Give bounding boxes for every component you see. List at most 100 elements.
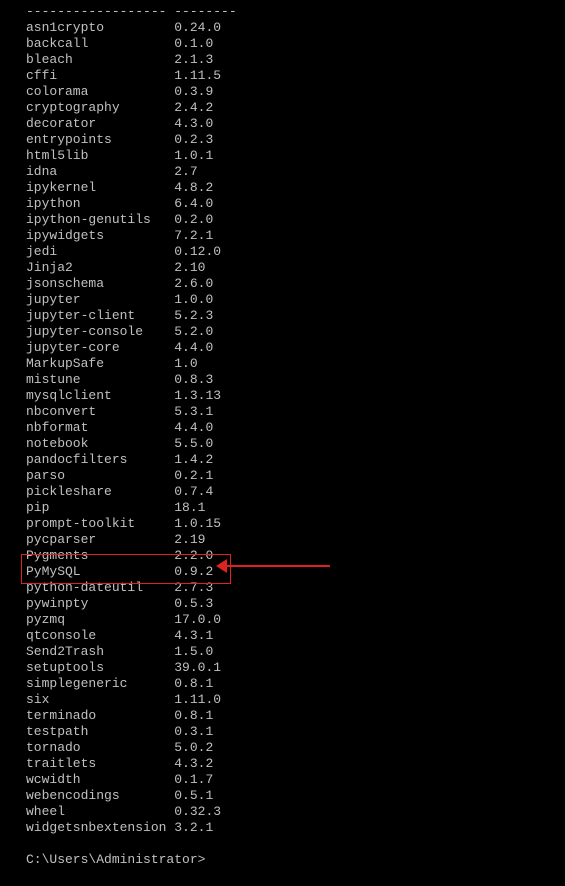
package-name: parso <box>26 468 174 483</box>
package-version: 2.2.0 <box>174 548 213 563</box>
package-name: pandocfilters <box>26 452 174 467</box>
package-row: cryptography 2.4.2 <box>26 100 565 116</box>
package-name: testpath <box>26 724 174 739</box>
package-name: tornado <box>26 740 174 755</box>
package-row: mysqlclient 1.3.13 <box>26 388 565 404</box>
package-version: 0.12.0 <box>174 244 221 259</box>
package-version: 18.1 <box>174 500 205 515</box>
package-row: Pygments 2.2.0 <box>26 548 565 564</box>
package-row: nbformat 4.4.0 <box>26 420 565 436</box>
package-version: 0.2.0 <box>174 212 213 227</box>
package-row: six 1.11.0 <box>26 692 565 708</box>
package-row: wheel 0.32.3 <box>26 804 565 820</box>
package-row: simplegeneric 0.8.1 <box>26 676 565 692</box>
package-name: nbconvert <box>26 404 174 419</box>
package-version: 0.24.0 <box>174 20 221 35</box>
package-row: jupyter-console 5.2.0 <box>26 324 565 340</box>
package-version: 1.5.0 <box>174 644 213 659</box>
package-name: jupyter <box>26 292 174 307</box>
package-version: 0.3.9 <box>174 84 213 99</box>
package-row: traitlets 4.3.2 <box>26 756 565 772</box>
package-row: pywinpty 0.5.3 <box>26 596 565 612</box>
package-name: jupyter-core <box>26 340 174 355</box>
package-version: 4.3.0 <box>174 116 213 131</box>
package-version: 1.0.15 <box>174 516 221 531</box>
package-name: Jinja2 <box>26 260 174 275</box>
package-version: 1.0.0 <box>174 292 213 307</box>
package-row: tornado 5.0.2 <box>26 740 565 756</box>
package-row: mistune 0.8.3 <box>26 372 565 388</box>
package-name: setuptools <box>26 660 174 675</box>
package-version: 0.7.4 <box>174 484 213 499</box>
package-version: 1.11.5 <box>174 68 221 83</box>
package-name: terminado <box>26 708 174 723</box>
package-name: webencodings <box>26 788 174 803</box>
package-name: decorator <box>26 116 174 131</box>
package-name: MarkupSafe <box>26 356 174 371</box>
package-row: testpath 0.3.1 <box>26 724 565 740</box>
package-row: setuptools 39.0.1 <box>26 660 565 676</box>
package-row: ipython 6.4.0 <box>26 196 565 212</box>
package-name: python-dateutil <box>26 580 174 595</box>
package-name: wcwidth <box>26 772 174 787</box>
package-row: backcall 0.1.0 <box>26 36 565 52</box>
package-version: 0.1.7 <box>174 772 213 787</box>
package-row: pandocfilters 1.4.2 <box>26 452 565 468</box>
package-row: ipython-genutils 0.2.0 <box>26 212 565 228</box>
package-name: prompt-toolkit <box>26 516 174 531</box>
package-version: 0.8.1 <box>174 708 213 723</box>
package-row: Send2Trash 1.5.0 <box>26 644 565 660</box>
package-version: 17.0.0 <box>174 612 221 627</box>
package-version: 5.3.1 <box>174 404 213 419</box>
package-version: 6.4.0 <box>174 196 213 211</box>
package-row: nbconvert 5.3.1 <box>26 404 565 420</box>
package-version: 0.1.0 <box>174 36 213 51</box>
package-row: qtconsole 4.3.1 <box>26 628 565 644</box>
package-name: backcall <box>26 36 174 51</box>
package-version: 4.8.2 <box>174 180 213 195</box>
package-row: notebook 5.5.0 <box>26 436 565 452</box>
package-version: 0.8.1 <box>174 676 213 691</box>
package-name: idna <box>26 164 174 179</box>
prompt-line[interactable]: C:\Users\Administrator> <box>26 852 565 868</box>
package-name: entrypoints <box>26 132 174 147</box>
package-version: 4.4.0 <box>174 420 213 435</box>
package-version: 1.0.1 <box>174 148 213 163</box>
package-row: decorator 4.3.0 <box>26 116 565 132</box>
package-name: mysqlclient <box>26 388 174 403</box>
package-version: 2.7.3 <box>174 580 213 595</box>
package-name: jupyter-console <box>26 324 174 339</box>
package-version: 0.2.1 <box>174 468 213 483</box>
package-name: wheel <box>26 804 174 819</box>
package-name: pickleshare <box>26 484 174 499</box>
package-version: 1.11.0 <box>174 692 221 707</box>
package-version: 4.4.0 <box>174 340 213 355</box>
package-row: terminado 0.8.1 <box>26 708 565 724</box>
package-version: 2.19 <box>174 532 205 547</box>
package-row: pip 18.1 <box>26 500 565 516</box>
package-name: pip <box>26 500 174 515</box>
package-name: traitlets <box>26 756 174 771</box>
package-version: 4.3.1 <box>174 628 213 643</box>
package-row: bleach 2.1.3 <box>26 52 565 68</box>
package-name: mistune <box>26 372 174 387</box>
arrow-line <box>225 565 330 567</box>
package-name: pyzmq <box>26 612 174 627</box>
package-row: pyzmq 17.0.0 <box>26 612 565 628</box>
package-version: 2.6.0 <box>174 276 213 291</box>
package-row: colorama 0.3.9 <box>26 84 565 100</box>
package-row: pycparser 2.19 <box>26 532 565 548</box>
package-version: 1.3.13 <box>174 388 221 403</box>
package-row: widgetsnbextension 3.2.1 <box>26 820 565 836</box>
package-name: ipykernel <box>26 180 174 195</box>
package-name: pycparser <box>26 532 174 547</box>
package-name: pywinpty <box>26 596 174 611</box>
package-version: 3.2.1 <box>174 820 213 835</box>
package-row: jsonschema 2.6.0 <box>26 276 565 292</box>
package-version: 2.10 <box>174 260 205 275</box>
package-version: 4.3.2 <box>174 756 213 771</box>
package-row: ipywidgets 7.2.1 <box>26 228 565 244</box>
package-row: prompt-toolkit 1.0.15 <box>26 516 565 532</box>
package-name: Send2Trash <box>26 644 174 659</box>
package-row: jedi 0.12.0 <box>26 244 565 260</box>
